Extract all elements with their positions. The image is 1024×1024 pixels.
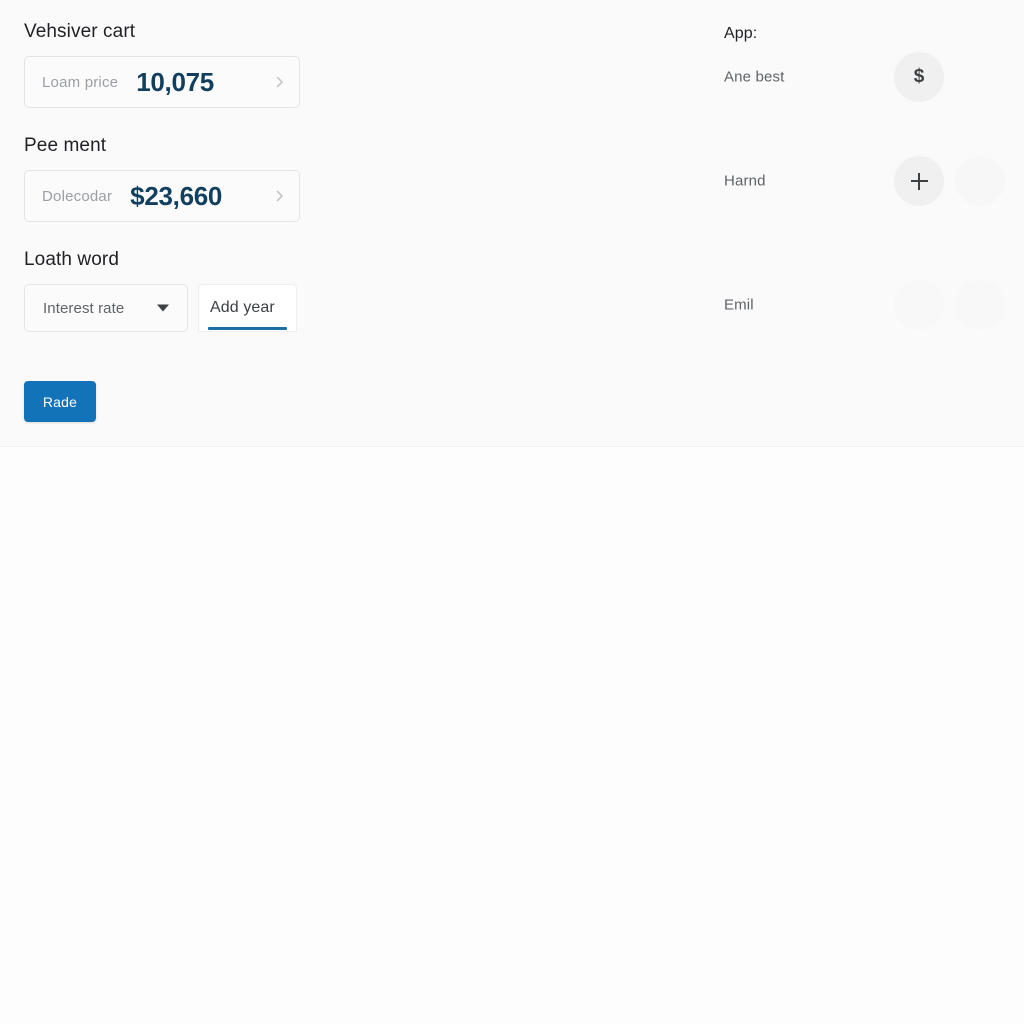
secondary-action-icon[interactable] [955, 156, 1005, 206]
loan-term-field-row: Interest rate Add year [24, 284, 324, 332]
section-heading-payment: Pee ment [24, 135, 107, 156]
right-column: App: Ane best $ Harnd Emil [724, 0, 1024, 447]
disabled-action-icon-left[interactable] [894, 280, 944, 330]
chevron-right-icon [273, 189, 287, 203]
content-canvas [0, 447, 1024, 1024]
left-column: Vehsiver cart Loam price 10,075 Pee ment… [24, 20, 324, 332]
app-row-label: Emil [724, 296, 754, 314]
loan-price-label: Loam price [42, 73, 119, 91]
app-root: Vehsiver cart Loam price 10,075 Pee ment… [0, 0, 1024, 1024]
section-heading-loan-term: Loath word [24, 249, 120, 270]
app-row-harnd: Harnd [724, 151, 1024, 211]
down-payment-label: Dolecodar [42, 187, 113, 205]
app-row-emil: Emil [724, 275, 1024, 335]
app-row-ane-best: Ane best $ [724, 47, 1024, 107]
interest-rate-select[interactable]: Interest rate [24, 284, 188, 332]
plus-icon[interactable] [894, 156, 944, 206]
rade-submit-button[interactable]: Rade [24, 381, 96, 422]
add-year-input[interactable]: Add year [198, 284, 297, 332]
app-heading: App: [724, 25, 758, 42]
dollar-icon[interactable]: $ [894, 52, 944, 102]
down-payment-card[interactable]: Dolecodar $23,660 [24, 170, 300, 222]
top-panel: Vehsiver cart Loam price 10,075 Pee ment… [0, 0, 1024, 447]
app-row-label: Ane best [724, 68, 785, 86]
down-payment-value: $23,660 [130, 180, 223, 211]
loan-price-value: 10,075 [136, 66, 214, 97]
app-row-label: Harnd [724, 172, 766, 190]
disabled-action-icon-right[interactable] [955, 280, 1005, 330]
loan-price-card[interactable]: Loam price 10,075 [24, 56, 300, 108]
input-focus-underline [208, 327, 287, 330]
interest-rate-selected-value: Interest rate [43, 299, 125, 317]
plus-glyph [910, 172, 928, 190]
add-year-value: Add year [210, 299, 275, 316]
chevron-down-icon [157, 304, 169, 312]
section-heading-vehicle: Vehsiver cart [24, 21, 136, 42]
chevron-right-icon [273, 75, 287, 89]
